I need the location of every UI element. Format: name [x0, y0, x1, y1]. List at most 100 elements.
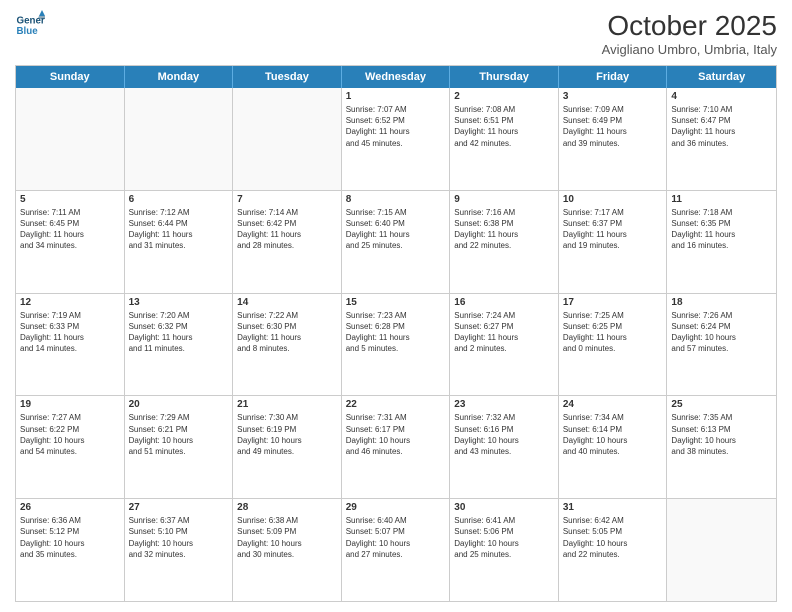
day-number: 16 [454, 297, 554, 308]
day-number: 6 [129, 194, 229, 205]
logo: General Blue [15, 10, 45, 40]
cal-cell: 9 Sunrise: 7:16 AM Sunset: 6:38 PM Daylig… [450, 191, 559, 293]
cal-cell: 10Sunrise: 7:17 AM Sunset: 6:37 PM Dayli… [559, 191, 668, 293]
cal-cell: 22Sunrise: 7:31 AM Sunset: 6:17 PM Dayli… [342, 396, 451, 498]
calendar: SundayMondayTuesdayWednesdayThursdayFrid… [15, 65, 777, 602]
day-number: 21 [237, 399, 337, 410]
cal-cell: 23 Sunrise: 7:32 AM Sunset: 6:16 PM Dayli… [450, 396, 559, 498]
cal-cell: 7Sunrise: 7:14 AM Sunset: 6:42 PM Daylig… [233, 191, 342, 293]
week-row-4: 19 Sunrise: 7:27 AM Sunset: 6:22 PM Dayli… [16, 396, 776, 499]
day-info: Sunrise: 7:29 AM Sunset: 6:21 PM Dayligh… [129, 412, 229, 457]
day-info: Sunrise: 7:16 AM Sunset: 6:38 PM Dayligh… [454, 207, 554, 252]
cal-cell [16, 88, 125, 190]
day-number: 26 [20, 502, 120, 513]
cal-cell: 6 Sunrise: 7:12 AM Sunset: 6:44 PM Daylig… [125, 191, 234, 293]
cal-cell [125, 88, 234, 190]
day-header-thursday: Thursday [450, 66, 559, 88]
day-info: Sunrise: 7:12 AM Sunset: 6:44 PM Dayligh… [129, 207, 229, 252]
day-info: Sunrise: 7:35 AM Sunset: 6:13 PM Dayligh… [671, 412, 772, 457]
day-number: 29 [346, 502, 446, 513]
day-number: 25 [671, 399, 772, 410]
day-number: 11 [671, 194, 772, 205]
cal-cell: 27 Sunrise: 6:37 AM Sunset: 5:10 PM Dayli… [125, 499, 234, 601]
cal-cell: 24 Sunrise: 7:34 AM Sunset: 6:14 PM Dayli… [559, 396, 668, 498]
calendar-body: 1 Sunrise: 7:07 AM Sunset: 6:52 PM Daylig… [16, 88, 776, 601]
title-block: October 2025 Avigliano Umbro, Umbria, It… [602, 10, 777, 57]
day-number: 13 [129, 297, 229, 308]
day-info: Sunrise: 6:37 AM Sunset: 5:10 PM Dayligh… [129, 515, 229, 560]
cal-cell: 11 Sunrise: 7:18 AM Sunset: 6:35 PM Dayli… [667, 191, 776, 293]
day-number: 17 [563, 297, 663, 308]
day-number: 10 [563, 194, 663, 205]
day-info: Sunrise: 7:30 AM Sunset: 6:19 PM Dayligh… [237, 412, 337, 457]
day-number: 8 [346, 194, 446, 205]
day-number: 28 [237, 502, 337, 513]
cal-cell: 13 Sunrise: 7:20 AM Sunset: 6:32 PM Dayli… [125, 294, 234, 396]
day-number: 2 [454, 91, 554, 102]
day-info: Sunrise: 7:27 AM Sunset: 6:22 PM Dayligh… [20, 412, 120, 457]
cal-cell: 4Sunrise: 7:10 AM Sunset: 6:47 PM Daylig… [667, 88, 776, 190]
day-info: Sunrise: 7:19 AM Sunset: 6:33 PM Dayligh… [20, 310, 120, 355]
day-info: Sunrise: 6:41 AM Sunset: 5:06 PM Dayligh… [454, 515, 554, 560]
day-info: Sunrise: 7:11 AM Sunset: 6:45 PM Dayligh… [20, 207, 120, 252]
cal-cell: 21 Sunrise: 7:30 AM Sunset: 6:19 PM Dayli… [233, 396, 342, 498]
cal-cell: 29 Sunrise: 6:40 AM Sunset: 5:07 PM Dayli… [342, 499, 451, 601]
day-number: 23 [454, 399, 554, 410]
day-info: Sunrise: 7:25 AM Sunset: 6:25 PM Dayligh… [563, 310, 663, 355]
day-number: 27 [129, 502, 229, 513]
day-number: 14 [237, 297, 337, 308]
day-info: Sunrise: 6:38 AM Sunset: 5:09 PM Dayligh… [237, 515, 337, 560]
day-header-friday: Friday [559, 66, 668, 88]
day-info: Sunrise: 7:24 AM Sunset: 6:27 PM Dayligh… [454, 310, 554, 355]
day-info: Sunrise: 7:32 AM Sunset: 6:16 PM Dayligh… [454, 412, 554, 457]
day-header-sunday: Sunday [16, 66, 125, 88]
week-row-3: 12 Sunrise: 7:19 AM Sunset: 6:33 PM Dayli… [16, 294, 776, 397]
day-info: Sunrise: 7:23 AM Sunset: 6:28 PM Dayligh… [346, 310, 446, 355]
day-number: 24 [563, 399, 663, 410]
day-number: 18 [671, 297, 772, 308]
cal-cell: 31 Sunrise: 6:42 AM Sunset: 5:05 PM Dayli… [559, 499, 668, 601]
cal-cell: 20 Sunrise: 7:29 AM Sunset: 6:21 PM Dayli… [125, 396, 234, 498]
cal-cell: 25 Sunrise: 7:35 AM Sunset: 6:13 PM Dayli… [667, 396, 776, 498]
day-header-saturday: Saturday [667, 66, 776, 88]
day-number: 20 [129, 399, 229, 410]
day-info: Sunrise: 7:15 AM Sunset: 6:40 PM Dayligh… [346, 207, 446, 252]
day-number: 9 [454, 194, 554, 205]
day-info: Sunrise: 7:07 AM Sunset: 6:52 PM Dayligh… [346, 104, 446, 149]
header: General Blue October 2025 Avigliano Umbr… [15, 10, 777, 57]
day-number: 5 [20, 194, 120, 205]
cal-cell: 18Sunrise: 7:26 AM Sunset: 6:24 PM Dayli… [667, 294, 776, 396]
day-info: Sunrise: 6:42 AM Sunset: 5:05 PM Dayligh… [563, 515, 663, 560]
day-number: 19 [20, 399, 120, 410]
day-header-monday: Monday [125, 66, 234, 88]
day-number: 15 [346, 297, 446, 308]
week-row-5: 26Sunrise: 6:36 AM Sunset: 5:12 PM Dayli… [16, 499, 776, 601]
day-info: Sunrise: 7:20 AM Sunset: 6:32 PM Dayligh… [129, 310, 229, 355]
day-number: 1 [346, 91, 446, 102]
cal-cell: 17 Sunrise: 7:25 AM Sunset: 6:25 PM Dayli… [559, 294, 668, 396]
cal-cell: 12 Sunrise: 7:19 AM Sunset: 6:33 PM Dayli… [16, 294, 125, 396]
day-info: Sunrise: 7:18 AM Sunset: 6:35 PM Dayligh… [671, 207, 772, 252]
week-row-2: 5 Sunrise: 7:11 AM Sunset: 6:45 PM Daylig… [16, 191, 776, 294]
day-number: 31 [563, 502, 663, 513]
day-info: Sunrise: 6:40 AM Sunset: 5:07 PM Dayligh… [346, 515, 446, 560]
svg-text:Blue: Blue [17, 26, 39, 37]
day-header-wednesday: Wednesday [342, 66, 451, 88]
day-number: 7 [237, 194, 337, 205]
cal-cell: 15 Sunrise: 7:23 AM Sunset: 6:28 PM Dayli… [342, 294, 451, 396]
cal-cell [667, 499, 776, 601]
page: General Blue October 2025 Avigliano Umbr… [0, 0, 792, 612]
day-number: 4 [671, 91, 772, 102]
day-info: Sunrise: 7:34 AM Sunset: 6:14 PM Dayligh… [563, 412, 663, 457]
day-number: 12 [20, 297, 120, 308]
cal-cell: 5 Sunrise: 7:11 AM Sunset: 6:45 PM Daylig… [16, 191, 125, 293]
day-info: Sunrise: 7:22 AM Sunset: 6:30 PM Dayligh… [237, 310, 337, 355]
cal-cell: 8 Sunrise: 7:15 AM Sunset: 6:40 PM Daylig… [342, 191, 451, 293]
logo-icon: General Blue [15, 10, 45, 40]
day-info: Sunrise: 7:08 AM Sunset: 6:51 PM Dayligh… [454, 104, 554, 149]
day-info: Sunrise: 7:31 AM Sunset: 6:17 PM Dayligh… [346, 412, 446, 457]
cal-cell: 30 Sunrise: 6:41 AM Sunset: 5:06 PM Dayli… [450, 499, 559, 601]
cal-cell: 14 Sunrise: 7:22 AM Sunset: 6:30 PM Dayli… [233, 294, 342, 396]
day-number: 30 [454, 502, 554, 513]
day-info: Sunrise: 7:09 AM Sunset: 6:49 PM Dayligh… [563, 104, 663, 149]
